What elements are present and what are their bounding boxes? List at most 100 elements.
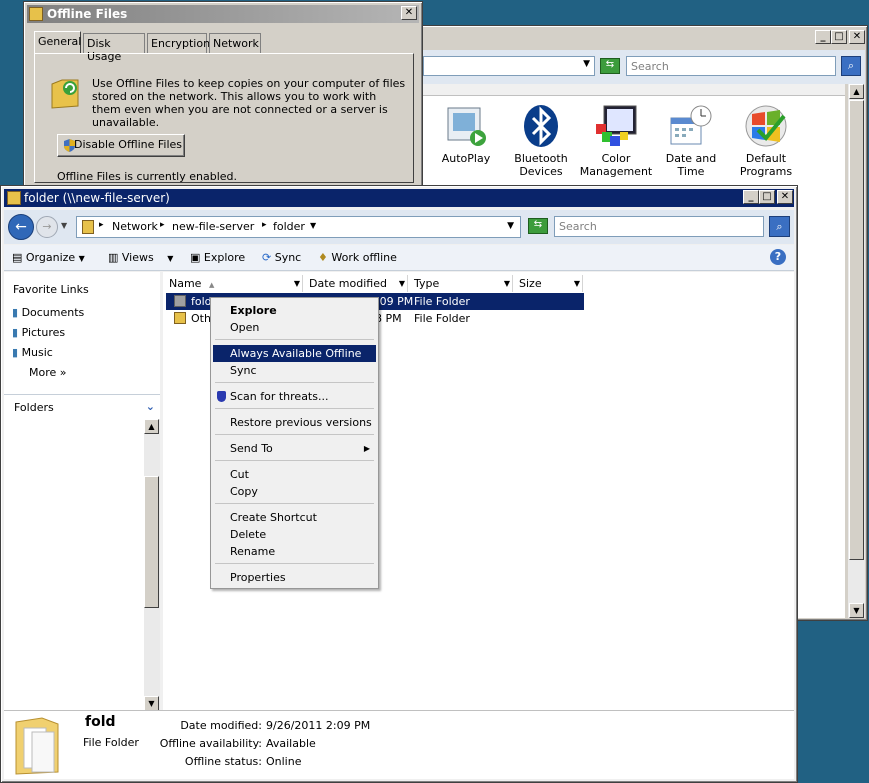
column-header-size[interactable]: Size ▼ xyxy=(513,275,583,292)
menu-item-delete[interactable]: Delete xyxy=(213,526,376,543)
menu-item-create-shortcut[interactable]: Create Shortcut xyxy=(213,509,376,526)
nav-item-pictures[interactable]: ▮ Pictures xyxy=(12,326,65,339)
chevron-down-icon[interactable]: ▼ xyxy=(399,275,405,292)
scroll-up-button[interactable]: ▲ xyxy=(849,84,864,99)
menu-item-always-available-offline[interactable]: Always Available Offline xyxy=(213,345,376,362)
menu-item-send-to[interactable]: Send To ▶ xyxy=(213,440,376,457)
window-title: folder (\\new-file-server) xyxy=(24,191,170,205)
folders-label[interactable]: Folders xyxy=(14,401,54,414)
offline-files-icon xyxy=(50,76,80,110)
search-icon[interactable]: ⌕ xyxy=(841,56,861,76)
breadcrumb[interactable]: ▸ Network ▸ new-file-server ▸ folder ▼ ▼ xyxy=(76,216,521,238)
menu-item-scan[interactable]: Scan for threats... xyxy=(213,388,376,405)
organize-button[interactable]: ▤ Organize ▼ xyxy=(12,251,85,264)
forward-arrow-icon[interactable]: → xyxy=(36,216,58,238)
large-folder-icon xyxy=(12,714,62,776)
pictures-icon: ▮ xyxy=(12,326,22,339)
tab-network[interactable]: Network xyxy=(209,33,261,53)
menu-item-open[interactable]: Open xyxy=(213,319,376,336)
chevron-down-icon[interactable]: ▼ xyxy=(61,221,67,230)
scroll-down-button[interactable]: ▼ xyxy=(144,696,159,711)
column-header-type[interactable]: Type ▼ xyxy=(408,275,513,292)
cp-item-label: Color Management xyxy=(579,152,653,178)
scroll-up-button[interactable]: ▲ xyxy=(144,419,159,434)
cp-item-date-time[interactable]: Date and Time xyxy=(652,104,730,178)
breadcrumb-folder[interactable]: folder xyxy=(273,220,305,233)
chevron-down-icon[interactable]: ▼ xyxy=(310,221,316,230)
menu-item-properties[interactable]: Properties xyxy=(213,569,376,586)
tab-encryption[interactable]: Encryption xyxy=(147,33,210,53)
details-status-value: Online xyxy=(266,755,302,768)
row-name: fold xyxy=(191,295,212,308)
chevron-right-icon[interactable]: ▸ xyxy=(262,220,267,230)
chevron-right-icon[interactable]: ▸ xyxy=(160,220,165,230)
search-icon[interactable]: ⌕ xyxy=(769,216,790,237)
offline-files-titlebar[interactable]: Offline Files xyxy=(27,5,419,23)
menu-item-restore-previous-versions[interactable]: Restore previous versions xyxy=(213,414,376,431)
control-panel-titlebar[interactable] xyxy=(424,29,864,47)
work-offline-button[interactable]: ♦ Work offline xyxy=(318,251,397,264)
scroll-thumb[interactable] xyxy=(849,100,864,560)
maximize-button[interactable]: □ xyxy=(831,30,847,44)
chevron-down-icon[interactable]: ▼ xyxy=(507,221,514,231)
menu-item-explore[interactable]: Explore xyxy=(213,302,376,319)
cp-item-autoplay[interactable]: AutoPlay xyxy=(427,104,505,165)
nav-more[interactable]: More » xyxy=(29,366,67,379)
address-field[interactable]: ▼ xyxy=(423,56,595,76)
details-kind: File Folder xyxy=(83,736,139,749)
sync-button[interactable]: ⟳ Sync xyxy=(262,251,301,264)
chevron-down-icon: ▼ xyxy=(167,254,174,263)
scroll-thumb[interactable] xyxy=(144,476,159,608)
menu-item-sync[interactable]: Sync xyxy=(213,362,376,379)
close-button[interactable]: ✕ xyxy=(401,6,417,20)
breadcrumb-network[interactable]: Network xyxy=(112,220,158,233)
bluetooth-icon xyxy=(519,104,563,148)
explorer-window: folder (\\new-file-server) _ □ ✕ ← → ▼ ▸… xyxy=(0,185,798,783)
nav-item-music[interactable]: ▮ Music xyxy=(12,346,53,359)
back-arrow-icon[interactable]: ← xyxy=(8,214,34,240)
cp-item-default-programs[interactable]: Default Programs xyxy=(727,104,805,178)
disable-button-label: Disable Offline Files xyxy=(73,138,183,151)
explore-button[interactable]: ▣ Explore xyxy=(190,251,245,264)
tab-general[interactable]: General xyxy=(34,31,81,54)
cp-item-color-management[interactable]: Color Management xyxy=(577,104,655,178)
help-icon[interactable]: ? xyxy=(770,249,786,265)
chevron-down-icon[interactable]: ▼ xyxy=(294,275,300,292)
column-header-name[interactable]: Name ▲ ▼ xyxy=(163,275,303,292)
refresh-icon[interactable]: ⇆ xyxy=(600,58,620,74)
tab-disk-usage[interactable]: Disk Usage xyxy=(83,33,145,63)
chevron-down-icon[interactable]: ⌄ xyxy=(146,400,155,413)
cp-item-bluetooth[interactable]: Bluetooth Devices xyxy=(502,104,580,178)
search-input[interactable]: Search xyxy=(554,216,764,237)
refresh-icon[interactable]: ⇆ xyxy=(528,218,548,234)
breadcrumb-server[interactable]: new-file-server xyxy=(172,220,254,233)
row-type: File Folder xyxy=(414,312,470,325)
details-availability-value: Available xyxy=(266,737,316,750)
close-button[interactable]: ✕ xyxy=(777,190,793,204)
nav-item-documents[interactable]: ▮ Documents xyxy=(12,306,84,319)
menu-item-copy[interactable]: Copy xyxy=(213,483,376,500)
explorer-titlebar[interactable]: folder (\\new-file-server) xyxy=(4,189,794,207)
menu-item-cut[interactable]: Cut xyxy=(213,466,376,483)
close-button[interactable]: ✕ xyxy=(849,30,865,44)
minimize-button[interactable]: _ xyxy=(815,30,831,44)
views-button[interactable]: ▥ Views ▼ xyxy=(108,251,173,264)
windows-logo-icon xyxy=(744,104,788,148)
chevron-down-icon[interactable]: ▼ xyxy=(583,59,590,69)
disable-offline-files-button[interactable]: Disable Offline Files xyxy=(57,134,185,157)
scroll-down-button[interactable]: ▼ xyxy=(849,603,864,618)
row-type: File Folder xyxy=(414,295,470,308)
search-input[interactable]: Search xyxy=(626,56,836,76)
minimize-button[interactable]: _ xyxy=(743,190,759,204)
scrollbar[interactable]: ▲ ▼ xyxy=(848,84,865,618)
menu-item-rename[interactable]: Rename xyxy=(213,543,376,560)
chevron-down-icon[interactable]: ▼ xyxy=(504,275,510,292)
menu-separator xyxy=(215,339,374,340)
folders-pane: Folders ⌄ ▲ ▼ xyxy=(4,394,160,711)
column-header-date[interactable]: Date modified ▼ xyxy=(303,275,408,292)
maximize-button[interactable]: □ xyxy=(759,190,775,204)
context-menu: Explore Open Always Available Offline Sy… xyxy=(210,297,379,589)
chevron-down-icon[interactable]: ▼ xyxy=(574,275,580,292)
details-date-value: 9/26/2011 2:09 PM xyxy=(266,719,371,732)
folders-scrollbar[interactable]: ▲ ▼ xyxy=(144,419,160,711)
